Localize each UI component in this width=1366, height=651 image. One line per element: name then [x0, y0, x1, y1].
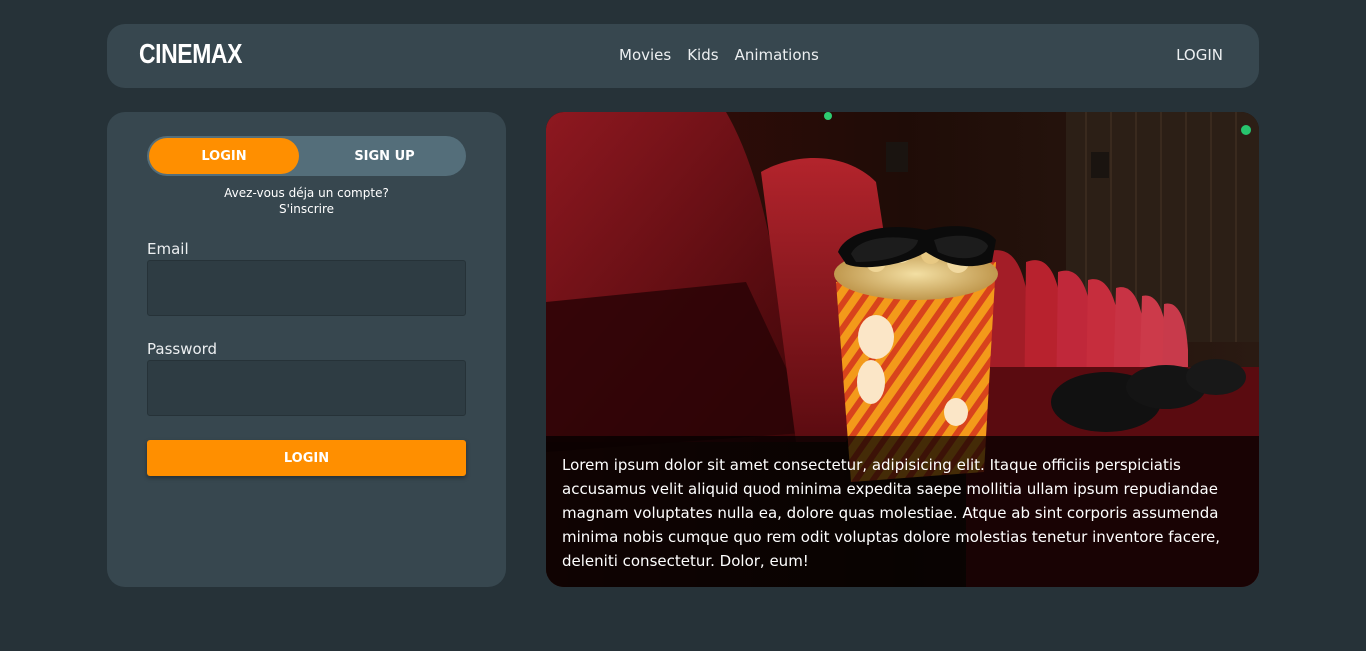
nav-links: Movies Kids Animations — [619, 46, 819, 64]
hero-caption: Lorem ipsum dolor sit amet consectetur, … — [546, 436, 1259, 587]
auth-toggle: LOGIN SIGN UP — [147, 136, 466, 176]
password-label: Password — [147, 340, 218, 358]
nav-link-kids[interactable]: Kids — [687, 46, 718, 64]
tab-login[interactable]: LOGIN — [149, 138, 299, 174]
account-link-row: S'inscrire — [107, 201, 506, 217]
brand-logo[interactable]: CINEMAX — [139, 38, 242, 70]
nav-link-movies[interactable]: Movies — [619, 46, 671, 64]
email-label: Email — [147, 240, 189, 258]
login-submit-button[interactable]: LOGIN — [147, 440, 466, 476]
password-field[interactable] — [147, 360, 466, 416]
email-field[interactable] — [147, 260, 466, 316]
nav-link-animations[interactable]: Animations — [735, 46, 819, 64]
account-question: Avez-vous déja un compte? — [224, 186, 389, 200]
navbar: CINEMAX Movies Kids Animations LOGIN — [107, 24, 1259, 88]
nav-login-link[interactable]: LOGIN — [1176, 46, 1223, 64]
hero-panel: Lorem ipsum dolor sit amet consectetur, … — [546, 112, 1259, 587]
signup-link[interactable]: S'inscrire — [279, 202, 334, 216]
tab-signup[interactable]: SIGN UP — [307, 138, 462, 174]
login-card: LOGIN SIGN UP Avez-vous déja un compte? … — [107, 112, 506, 587]
